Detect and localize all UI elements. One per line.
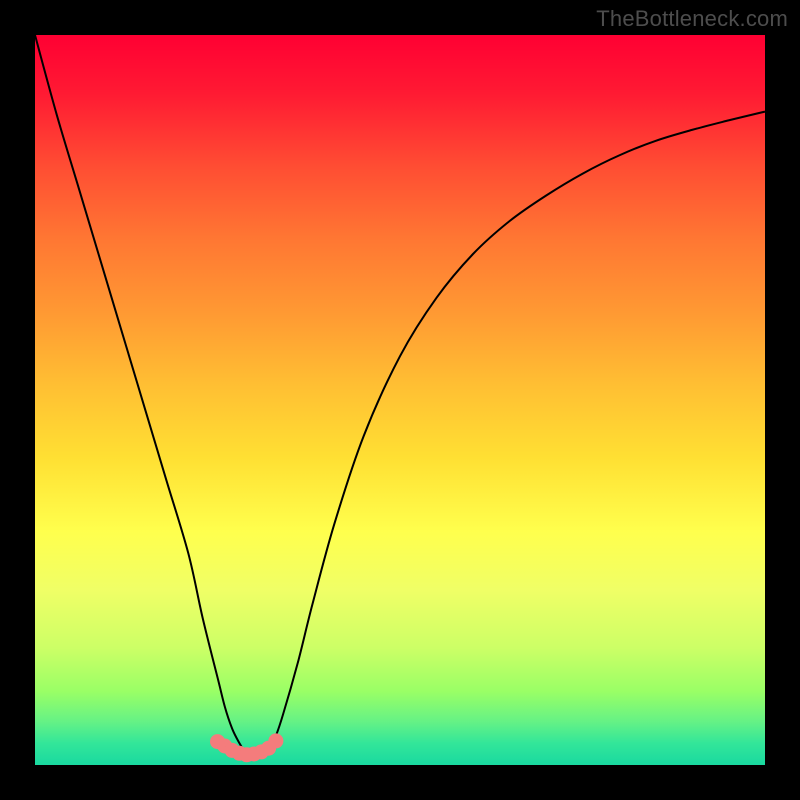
marker-dot xyxy=(268,733,283,748)
bottleneck-curve-path xyxy=(35,35,765,758)
plot-area xyxy=(35,35,765,765)
chart-frame: TheBottleneck.com xyxy=(0,0,800,800)
curve-layer xyxy=(35,35,765,765)
watermark-text: TheBottleneck.com xyxy=(596,6,788,32)
bottleneck-curve xyxy=(35,35,765,758)
bottom-markers xyxy=(210,733,283,762)
